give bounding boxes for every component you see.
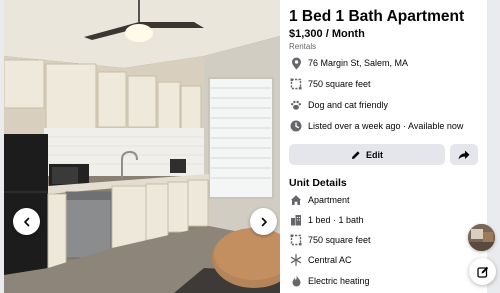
snowflake-icon [289,253,303,267]
compose-message-button[interactable] [469,258,496,285]
detail-row-pets: Dog and cat friendly [289,98,388,112]
unit-text: 750 square feet [308,235,371,245]
unit-row-beds: 1 bed · 1 bath [289,213,364,227]
listing-category[interactable]: Rentals [289,42,316,51]
paw-icon [289,98,303,112]
kitchen-photo [4,0,280,293]
previous-photo-button[interactable] [13,208,40,235]
house-icon [289,193,303,207]
unit-row-ac: Central AC [289,253,352,267]
share-arrow-icon [458,150,470,159]
detail-text: 76 Margin St, Salem, MA [308,58,409,68]
listing-title: 1 Bed 1 Bath Apartment [289,8,465,25]
location-pin-icon [289,56,303,70]
unit-text: Electric heating [308,276,370,286]
unit-text: 1 bed · 1 bath [308,215,364,225]
share-button[interactable] [450,144,478,165]
edit-button-label: Edit [366,149,383,160]
square-footage-icon [289,77,303,91]
chat-avatar-thumbnail [468,224,495,251]
next-photo-button[interactable] [250,208,277,235]
chevron-right-icon [261,217,267,226]
unit-details-heading: Unit Details [289,177,347,189]
detail-row-location[interactable]: 76 Margin St, Salem, MA [289,56,408,70]
detail-text: Dog and cat friendly [308,100,389,110]
clock-icon [289,119,303,133]
listing-details-panel: 1 Bed 1 Bath Apartment $1,300 / Month Re… [280,0,487,293]
unit-text: Apartment [308,195,350,205]
listing-price: $1,300 / Month [289,28,365,40]
unit-row-heating: Electric heating [289,274,370,288]
square-footage-icon [289,233,303,247]
compose-icon [476,266,488,278]
flame-icon [289,274,303,288]
building-icon [289,213,303,227]
listing-photo[interactable] [4,0,280,293]
detail-row-area: 750 square feet [289,77,371,91]
pencil-icon [352,150,360,159]
detail-row-listed: Listed over a week ago · Available now [289,119,463,133]
chat-avatar[interactable] [468,224,495,251]
unit-text: Central AC [308,255,352,265]
edit-button[interactable]: Edit [289,144,445,165]
unit-row-area: 750 square feet [289,233,371,247]
chevron-left-icon [23,217,29,226]
detail-text: Listed over a week ago · Available now [308,121,464,131]
unit-row-type: Apartment [289,193,350,207]
detail-text: 750 square feet [308,79,371,89]
